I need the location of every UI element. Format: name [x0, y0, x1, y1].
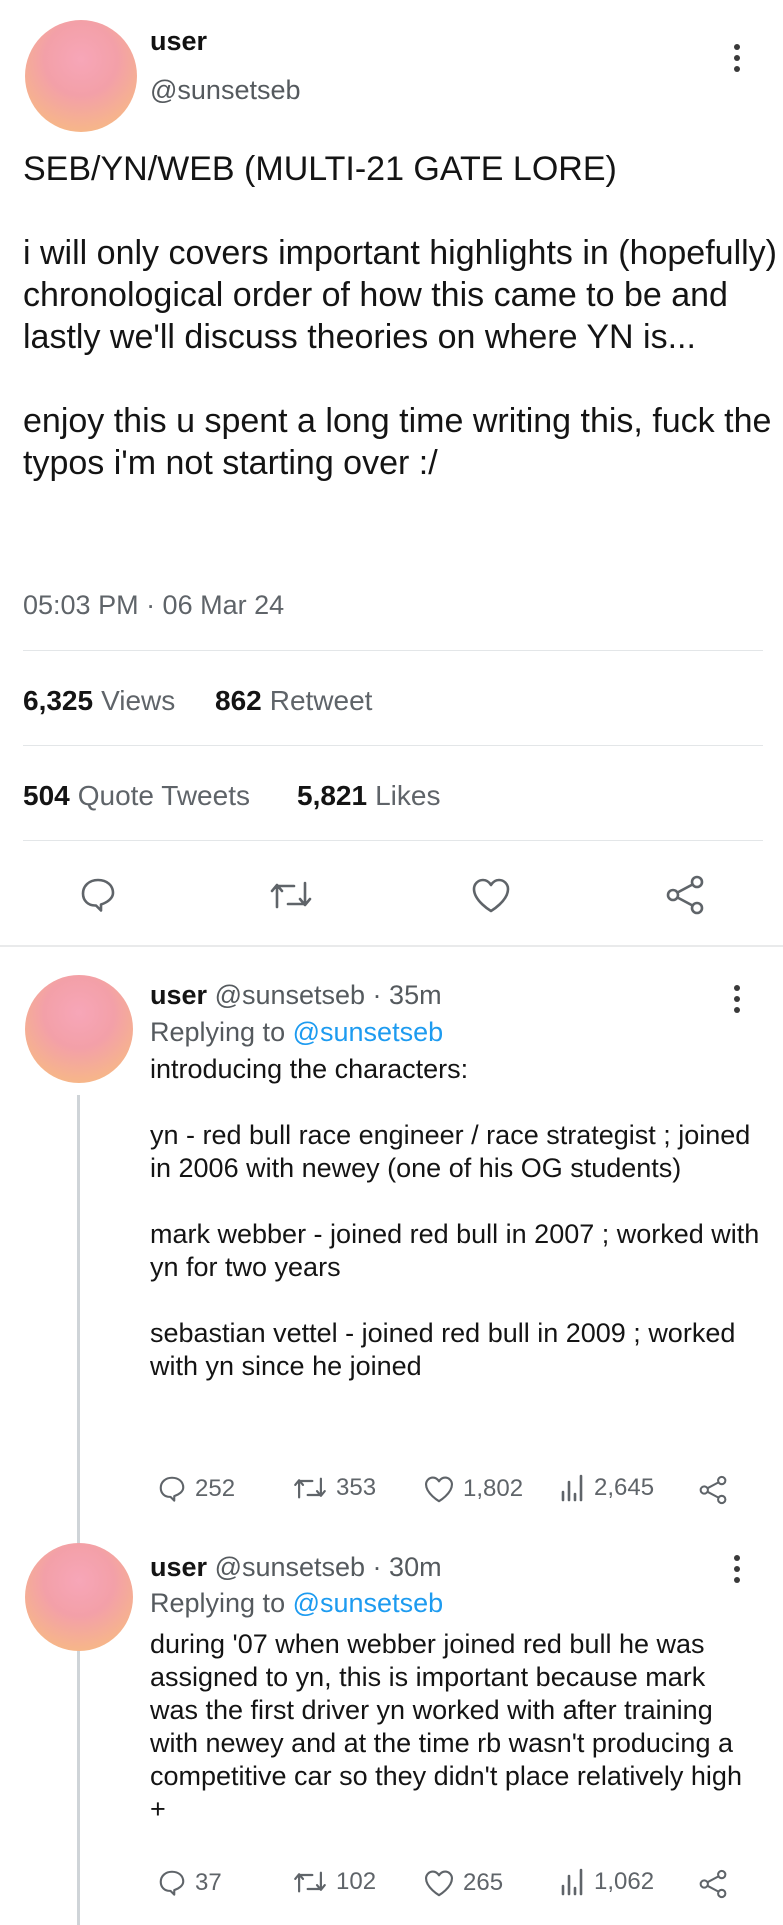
- like-icon[interactable]: [470, 876, 512, 914]
- retweet-count: 102: [336, 1868, 377, 1895]
- reply-user-name[interactable]: user: [150, 1552, 207, 1582]
- reply-paragraph: sebastian vettel - joined red bull in 20…: [150, 1318, 736, 1381]
- reply-paragraph: introducing the characters:: [150, 1054, 469, 1084]
- likes-label: Likes: [375, 780, 441, 811]
- reply-count: 252: [195, 1475, 236, 1502]
- likes-stat[interactable]: 5,821 Likes: [297, 780, 440, 812]
- share-icon[interactable]: [663, 873, 707, 917]
- reply-body: during '07 when webber joined red bull h…: [150, 1628, 760, 1859]
- retweet-button[interactable]: 353: [292, 1474, 376, 1502]
- like-count: 1,802: [463, 1475, 524, 1502]
- avatar[interactable]: [25, 20, 137, 132]
- reply-icon[interactable]: [78, 875, 118, 915]
- more-options-icon[interactable]: [733, 1555, 741, 1588]
- views-label: Views: [101, 685, 176, 716]
- quote-tweets-stat[interactable]: 504 Quote Tweets: [23, 780, 250, 812]
- retweet-label: Retweet: [269, 685, 373, 716]
- like-button[interactable]: 1,802: [423, 1474, 523, 1504]
- reply-button[interactable]: 37: [157, 1868, 222, 1898]
- replying-to-link[interactable]: @sunsetseb: [293, 1017, 444, 1047]
- reply-paragraph: mark webber - joined red bull in 2007 ; …: [150, 1219, 760, 1282]
- tweet-paragraph: SEB/YN/WEB (MULTI-21 GATE LORE): [23, 150, 617, 188]
- views-count: 6,325: [23, 685, 94, 716]
- divider: [23, 650, 763, 651]
- more-options-icon[interactable]: [733, 985, 741, 1018]
- retweet-count: 862: [215, 685, 262, 716]
- share-icon[interactable]: [697, 1868, 729, 1900]
- user-name[interactable]: user: [150, 26, 207, 57]
- tweet-paragraph: enjoy this u spent a long time writing t…: [23, 402, 772, 482]
- reply-header[interactable]: user @sunsetseb · 35m: [150, 980, 442, 1011]
- replying-to-link[interactable]: @sunsetseb: [293, 1588, 444, 1618]
- views-button[interactable]: 1,062: [560, 1868, 654, 1896]
- divider: [23, 840, 763, 841]
- thread-line: [77, 1095, 80, 1925]
- reply-handle-time[interactable]: @sunsetseb · 30m: [215, 1552, 442, 1582]
- quote-label: Quote Tweets: [77, 780, 250, 811]
- like-button[interactable]: 265: [423, 1868, 503, 1898]
- reply-user-name[interactable]: user: [150, 980, 207, 1010]
- tweet-paragraph: i will only covers important highlights …: [23, 234, 777, 356]
- replying-prefix: Replying to: [150, 1017, 286, 1047]
- retweet-count: 353: [336, 1474, 377, 1501]
- retweet-icon[interactable]: [268, 877, 314, 913]
- reply-count: 37: [195, 1869, 222, 1896]
- avatar[interactable]: [25, 1543, 133, 1651]
- like-count: 265: [463, 1869, 504, 1896]
- replying-to: Replying to @sunsetseb: [150, 1017, 443, 1048]
- divider: [23, 745, 763, 746]
- avatar[interactable]: [25, 975, 133, 1083]
- tweet-timestamp[interactable]: 05:03 PM · 06 Mar 24: [23, 590, 284, 621]
- quote-count: 504: [23, 780, 70, 811]
- retweet-button[interactable]: 102: [292, 1868, 376, 1896]
- more-options-icon[interactable]: [733, 44, 741, 77]
- reply-header[interactable]: user @sunsetseb · 30m: [150, 1552, 442, 1583]
- reply-body: introducing the characters: yn - red bul…: [150, 1053, 770, 1416]
- views-stat: 6,325 Views: [23, 685, 175, 717]
- replying-to: Replying to @sunsetseb: [150, 1588, 443, 1619]
- share-icon[interactable]: [697, 1474, 729, 1506]
- replying-prefix: Replying to: [150, 1588, 286, 1618]
- views-count: 1,062: [594, 1868, 655, 1895]
- reply-paragraph: yn - red bull race engineer / race strat…: [150, 1120, 751, 1183]
- retweets-stat[interactable]: 862 Retweet: [215, 685, 372, 717]
- reply-handle-time[interactable]: @sunsetseb · 35m: [215, 980, 442, 1010]
- views-button[interactable]: 2,645: [560, 1474, 654, 1502]
- user-handle[interactable]: @sunsetseb: [150, 75, 301, 106]
- likes-count: 5,821: [297, 780, 368, 811]
- reply-paragraph: during '07 when webber joined red bull h…: [150, 1629, 742, 1824]
- reply-button[interactable]: 252: [157, 1474, 235, 1504]
- tweet-body: SEB/YN/WEB (MULTI-21 GATE LORE) i will o…: [23, 148, 783, 526]
- section-separator: [0, 945, 783, 947]
- views-count: 2,645: [594, 1474, 655, 1501]
